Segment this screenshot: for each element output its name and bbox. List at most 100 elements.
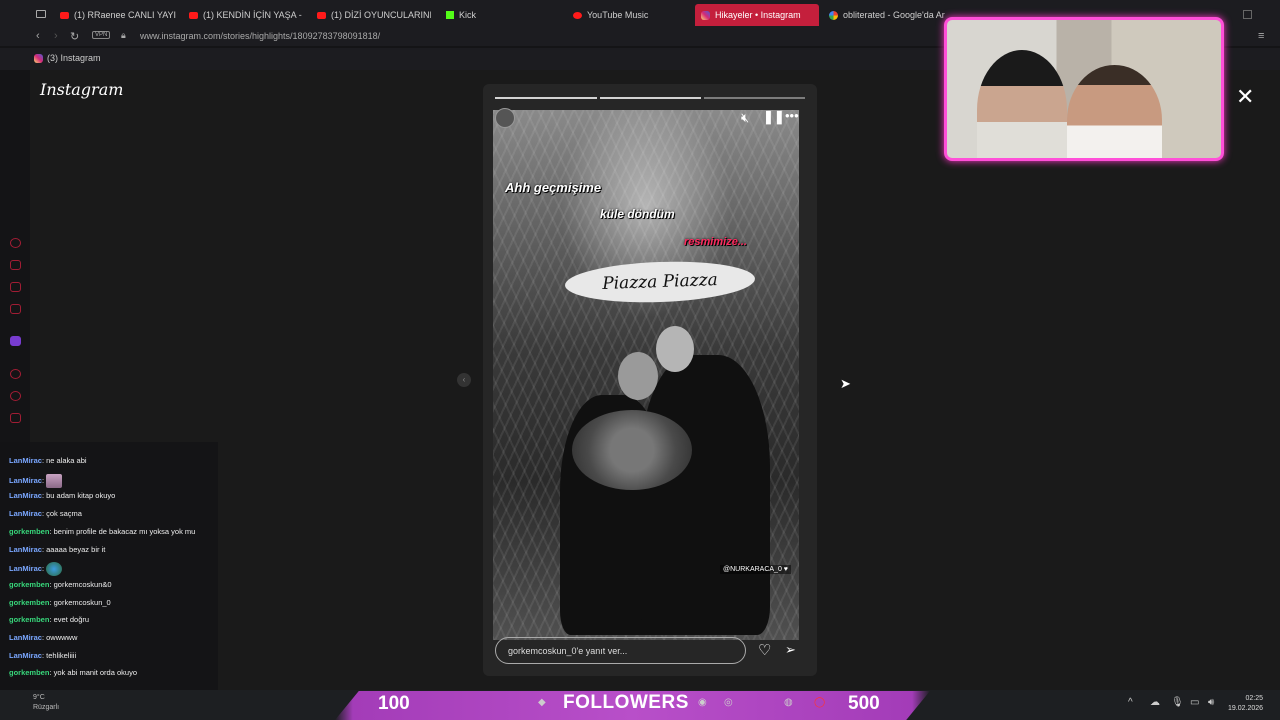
tab-dizi-oyunculari[interactable]: (1) DİZİ OYUNCULARININ [311, 4, 431, 26]
chat-username[interactable]: LanMirac [9, 476, 42, 485]
tab-kick[interactable]: Kick [440, 4, 560, 26]
discord-icon[interactable]: ◍ [784, 697, 793, 708]
restore-window-icon[interactable] [1243, 10, 1252, 19]
taskbar-app-2-icon[interactable]: ◉ [698, 697, 707, 708]
chat-username[interactable]: gorkemben [9, 580, 49, 589]
chat-username[interactable]: LanMirac [9, 509, 42, 518]
chat-text: benim profile de bakacaz mı yoksa yok mu [53, 526, 196, 536]
weather-widget[interactable]: 9°C Rüzgarlı [33, 693, 59, 713]
tab-label: (1) RRaenee CANLI YAYINI [74, 10, 176, 20]
chat-message: LanMirac: ne alaka abi [9, 456, 87, 465]
progress-segment-1 [495, 97, 597, 99]
chat-message: LanMirac: [9, 562, 63, 577]
menu-icon[interactable]: ≡ [1258, 30, 1264, 42]
like-heart-icon[interactable]: ♡ [758, 641, 771, 659]
instagram-icon [34, 53, 43, 63]
tray-chevron-icon[interactable]: ^ [1128, 697, 1133, 708]
chat-text: bu adam kitap okuyo [46, 491, 116, 501]
chat-username[interactable]: gorkemben [9, 615, 49, 624]
chat-username[interactable]: LanMirac [9, 456, 42, 465]
chat-text: aaaaa beyaz bir it [46, 544, 106, 554]
tab-kendin-icin-yasa[interactable]: (1) KENDİN İÇİN YAŞA - Yo [183, 4, 303, 26]
pause-icon[interactable]: ❚❚ [763, 109, 785, 125]
volume-icon[interactable]: 🔊︎ [1208, 697, 1214, 708]
chat-message: gorkemben: gorkemcoskun_0 [9, 597, 111, 607]
sidebar-icon-3[interactable] [10, 282, 21, 292]
mouse-cursor-icon: ➤ [840, 376, 851, 391]
history-icon[interactable] [10, 391, 21, 401]
chat-username[interactable]: LanMirac [9, 564, 42, 573]
sidebar-icon-1[interactable] [10, 238, 21, 248]
share-send-icon[interactable]: ➢ [785, 642, 796, 658]
chat-text: ne alaka abi [46, 456, 87, 465]
progress-segment-3 [704, 97, 805, 99]
previous-story-icon[interactable]: ‹ [457, 373, 471, 387]
more-options-icon[interactable]: ••• [785, 108, 799, 123]
chat-text: evet doğru [53, 615, 90, 625]
reply-input[interactable]: gorkemcoskun_0'e yanıt ver... [495, 637, 746, 664]
youtube-icon [60, 11, 69, 19]
tab-rraenee[interactable]: (1) RRaenee CANLI YAYINI [54, 4, 176, 26]
time: 02:25 [1245, 695, 1264, 702]
chat-message: LanMirac: owwwww [9, 633, 78, 642]
tab-label: (1) KENDİN İÇİN YAŞA - Yo [203, 10, 303, 20]
date: 19.02.2026 [1228, 705, 1264, 712]
woman-face [618, 352, 658, 400]
chat-message: gorkemben: evet doğru [9, 615, 90, 625]
chat-username[interactable]: LanMirac [9, 491, 42, 500]
display-icon[interactable]: ▭ [1190, 697, 1199, 708]
tab-label: (1) DİZİ OYUNCULARININ [331, 10, 431, 20]
youtube-music-icon [573, 11, 582, 19]
story-text-line2: küle döndüm [600, 207, 675, 221]
steam-icon[interactable]: ◎ [724, 697, 733, 708]
story-avatar[interactable] [495, 108, 515, 128]
vpn-badge[interactable]: VPN [92, 31, 111, 39]
chat-text: owwwww [46, 633, 78, 642]
tab-google-search[interactable]: obliterated - Google'da Ara [823, 4, 945, 26]
chat-username[interactable]: LanMirac [9, 633, 42, 642]
lock-icon: 🔒︎ [121, 30, 126, 40]
goal-start: 100 [378, 693, 410, 714]
google-icon [829, 10, 838, 20]
chat-message: gorkemben: yok abi manit orda okuyo [9, 668, 137, 678]
sidebar-icon-4[interactable] [10, 304, 21, 314]
system-clock[interactable]: 02:25 19.02.2026 [1228, 694, 1263, 714]
sidebar-icon-2[interactable] [10, 260, 21, 270]
microphone-icon[interactable]: 🎙︎ [1171, 697, 1184, 708]
opera-taskbar-icon[interactable]: ◯ [814, 697, 825, 708]
chat-message: LanMirac: tehlikeliiii [9, 650, 77, 660]
chat-username[interactable]: LanMirac [9, 545, 42, 554]
back-icon[interactable]: ‹ [36, 30, 40, 42]
tab-label: Kick [459, 10, 477, 20]
chat-username[interactable]: gorkemben [9, 668, 49, 677]
sidebar-icon-6[interactable] [10, 413, 21, 423]
progress-segment-2 [600, 97, 701, 99]
sidebar-icon-5[interactable] [10, 369, 21, 379]
mention-sticker[interactable]: @NURKARACA_0 ♥ [720, 565, 791, 574]
forward-icon[interactable]: › [54, 30, 58, 42]
twitch-icon[interactable] [10, 336, 21, 346]
bookmark-instagram[interactable]: (3) Instagram [34, 53, 101, 63]
url-field[interactable]: www.instagram.com/stories/highlights/180… [140, 31, 380, 41]
chat-emote-icon [46, 562, 63, 577]
streamer-right [1067, 65, 1162, 158]
story-text-line1: Ahh geçmişime [505, 180, 602, 195]
reload-icon[interactable]: ↻ [70, 30, 79, 43]
tab-youtube-music[interactable]: YouTube Music [567, 4, 687, 26]
temperature: 9°C [33, 694, 45, 701]
tab-label: Hikayeler • Instagram [715, 10, 801, 20]
chat-text: tehlikeliiii [46, 650, 77, 660]
chat-username[interactable]: gorkemben [9, 527, 49, 536]
webcam-overlay [944, 17, 1224, 161]
taskbar-app-1-icon[interactable]: ◆ [538, 697, 546, 708]
chat-username[interactable]: LanMirac [9, 651, 42, 660]
close-icon[interactable]: ✕ [1236, 84, 1254, 110]
tab-overview-icon[interactable] [36, 10, 46, 18]
instagram-logo[interactable]: Instagram [40, 80, 123, 99]
chat-message: LanMirac: [9, 473, 63, 488]
mute-icon[interactable]: 🔇︎ [741, 110, 749, 126]
chat-username[interactable]: gorkemben [9, 598, 49, 607]
network-icon[interactable]: ☁ [1150, 697, 1160, 708]
tab-instagram[interactable]: Hikayeler • Instagram [695, 4, 819, 26]
chat-text: yok abi manit orda okuyo [53, 668, 137, 678]
